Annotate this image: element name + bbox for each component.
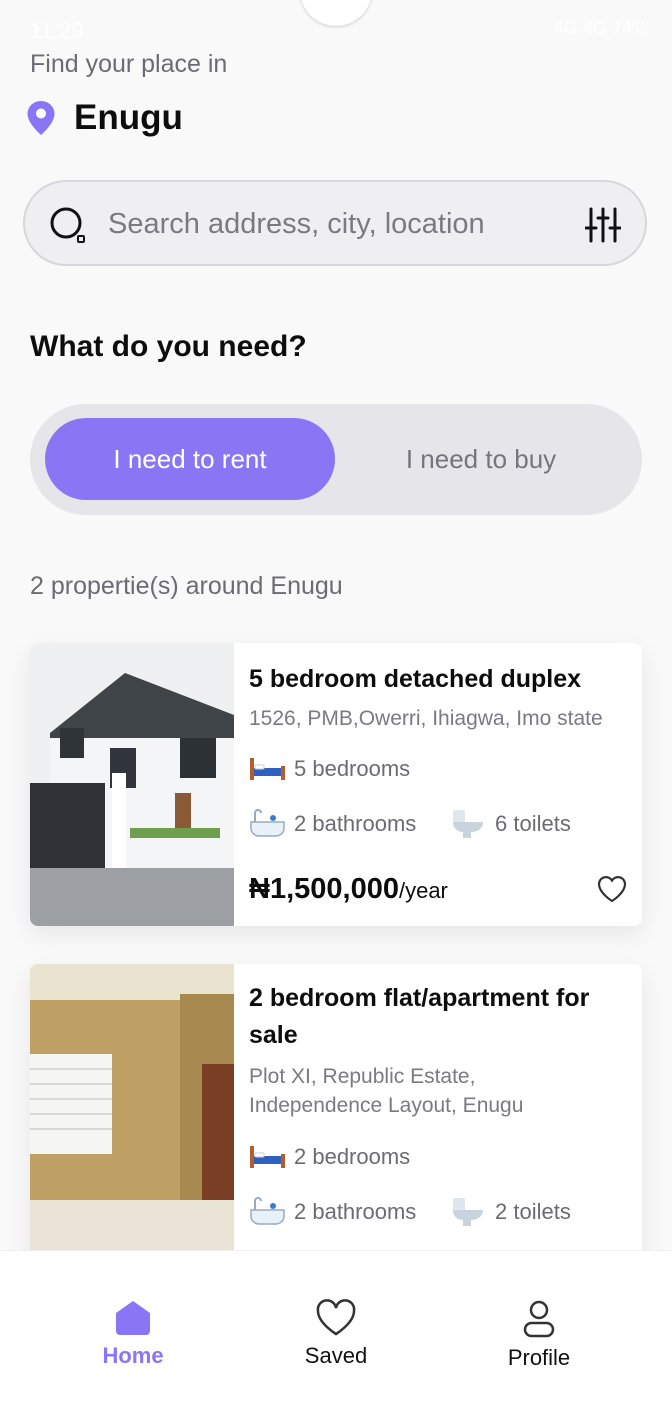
status-indicators: 4G 4G 74% — [553, 18, 648, 38]
city-name: Enugu — [74, 98, 183, 137]
toilet-icon — [453, 810, 483, 838]
bathtub-icon — [250, 809, 285, 837]
find-place-label: Find your place in — [30, 50, 228, 78]
property-address-line: Independence Layout, Enugu — [249, 1094, 524, 1117]
property-card[interactable]: 2 bedroom flat/apartment for sale Plot X… — [30, 964, 642, 1264]
location-pin-icon — [27, 101, 55, 135]
property-photo — [30, 643, 234, 926]
bathrooms-feature: 2 bathrooms — [249, 808, 416, 840]
bathrooms-feature: 2 bathrooms — [249, 1196, 416, 1228]
profile-icon — [523, 1300, 555, 1338]
toilets-label: 2 toilets — [495, 1199, 571, 1224]
rent-option-button[interactable]: I need to rent — [45, 418, 335, 500]
status-time: 11:29 — [30, 18, 84, 43]
toilets-feature: 2 toilets — [450, 1196, 571, 1228]
bed-icon — [250, 1146, 285, 1168]
location-selector[interactable]: Enugu — [26, 96, 183, 140]
filter-sliders-icon[interactable] — [585, 206, 621, 244]
nav-home[interactable]: Home — [53, 1299, 213, 1369]
property-title-line: 2 bedroom flat/apartment for — [249, 984, 590, 1012]
home-icon — [116, 1301, 150, 1335]
bathrooms-label: 2 bathrooms — [294, 1199, 417, 1224]
nav-profile[interactable]: Profile — [459, 1299, 619, 1371]
property-card[interactable]: 5 bedroom detached duplex 1526, PMB,Ower… — [30, 643, 642, 926]
search-input[interactable]: Search address, city, location — [108, 208, 485, 241]
need-heading: What do you need? — [30, 330, 307, 363]
bedrooms-feature: 2 bedrooms — [249, 1144, 410, 1170]
toilets-feature: 6 toilets — [450, 808, 571, 840]
property-title: 5 bedroom detached duplex — [249, 665, 582, 693]
bathrooms-label: 2 bathrooms — [294, 811, 417, 836]
search-icon — [50, 207, 85, 243]
nav-saved-label: Saved — [304, 1343, 368, 1368]
bathtub-icon — [250, 1197, 285, 1225]
rent-buy-toggle: I need to rent I need to buy — [30, 404, 642, 515]
property-address: 1526, PMB,Owerri, Ihiagwa, Imo state — [249, 707, 603, 730]
toilets-label: 6 toilets — [495, 811, 571, 836]
listing-count: 2 propertie(s) around Enugu — [30, 572, 343, 600]
bottom-nav: Home Saved Profile — [0, 1250, 672, 1404]
nav-home-label: Home — [102, 1343, 164, 1368]
bedrooms-label: 5 bedrooms — [294, 756, 411, 781]
property-address-line: Plot XI, Republic Estate, — [249, 1065, 476, 1088]
property-title-line: sale — [249, 1021, 298, 1049]
favorite-heart-icon[interactable] — [596, 874, 628, 904]
price-row: ₦1,500,000 /year — [249, 873, 448, 906]
bedrooms-label: 2 bedrooms — [294, 1144, 411, 1169]
property-photo — [30, 964, 234, 1264]
toilet-icon — [453, 1198, 483, 1226]
buy-option-button[interactable]: I need to buy — [336, 418, 626, 500]
price-period: /year — [398, 878, 448, 903]
bed-icon — [250, 758, 285, 780]
bedrooms-feature: 5 bedrooms — [249, 756, 410, 782]
heart-icon — [316, 1299, 356, 1336]
nav-saved[interactable]: Saved — [256, 1299, 416, 1369]
search-bar[interactable]: Search address, city, location — [23, 180, 647, 266]
nav-profile-label: Profile — [507, 1345, 571, 1370]
property-price: ₦1,500,000 — [249, 873, 399, 905]
